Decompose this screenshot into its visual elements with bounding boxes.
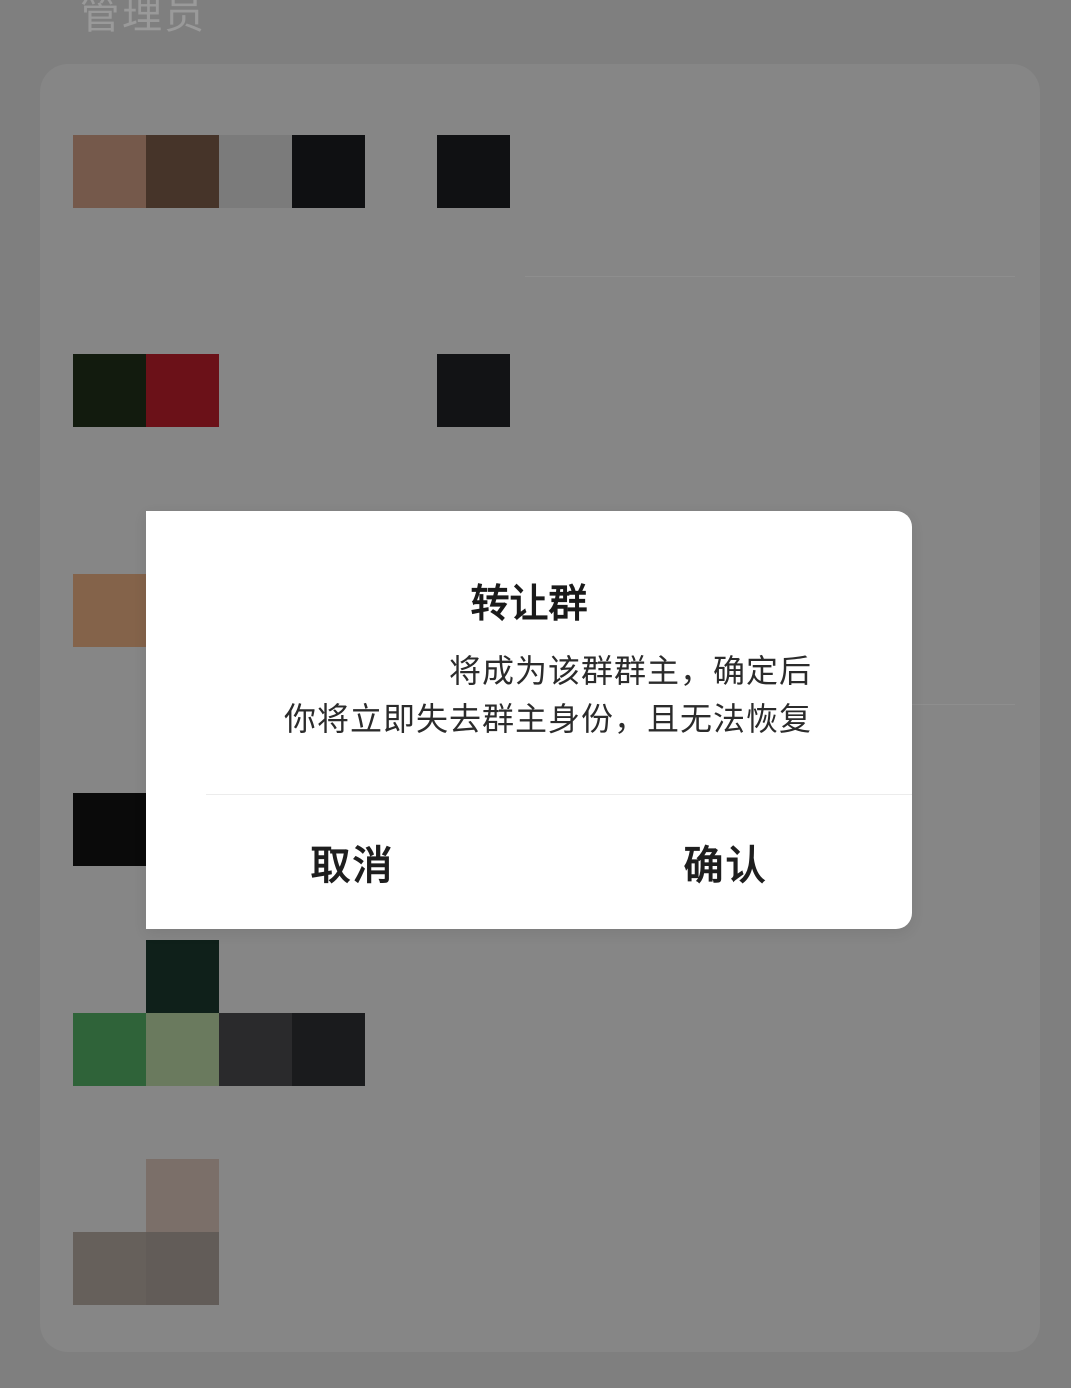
cancel-button[interactable]: 取消 <box>161 795 544 929</box>
dialog-message-line-1: 将成为该群群主，确定后 <box>448 652 812 690</box>
confirm-button[interactable]: 确认 <box>534 795 917 929</box>
dialog-message-line-2: 你将立即失去群主身份，且无法恢复 <box>283 700 812 738</box>
transfer-group-dialog: 转让群 将成为该群群主，确定后 你将立即失去群主身份，且无法恢复 取消 确认 <box>146 511 912 929</box>
screen: 管理员 转让群 将成为该群群主，确定后 你将立即失去群主身份，且无法恢复 取消 … <box>0 0 1071 1388</box>
dialog-title: 转让群 <box>470 582 588 627</box>
modal-overlay: 转让群 将成为该群群主，确定后 你将立即失去群主身份，且无法恢复 取消 确认 <box>0 0 1071 1388</box>
dialog-message: 将成为该群群主，确定后 你将立即失去群主身份，且无法恢复 <box>232 647 812 743</box>
